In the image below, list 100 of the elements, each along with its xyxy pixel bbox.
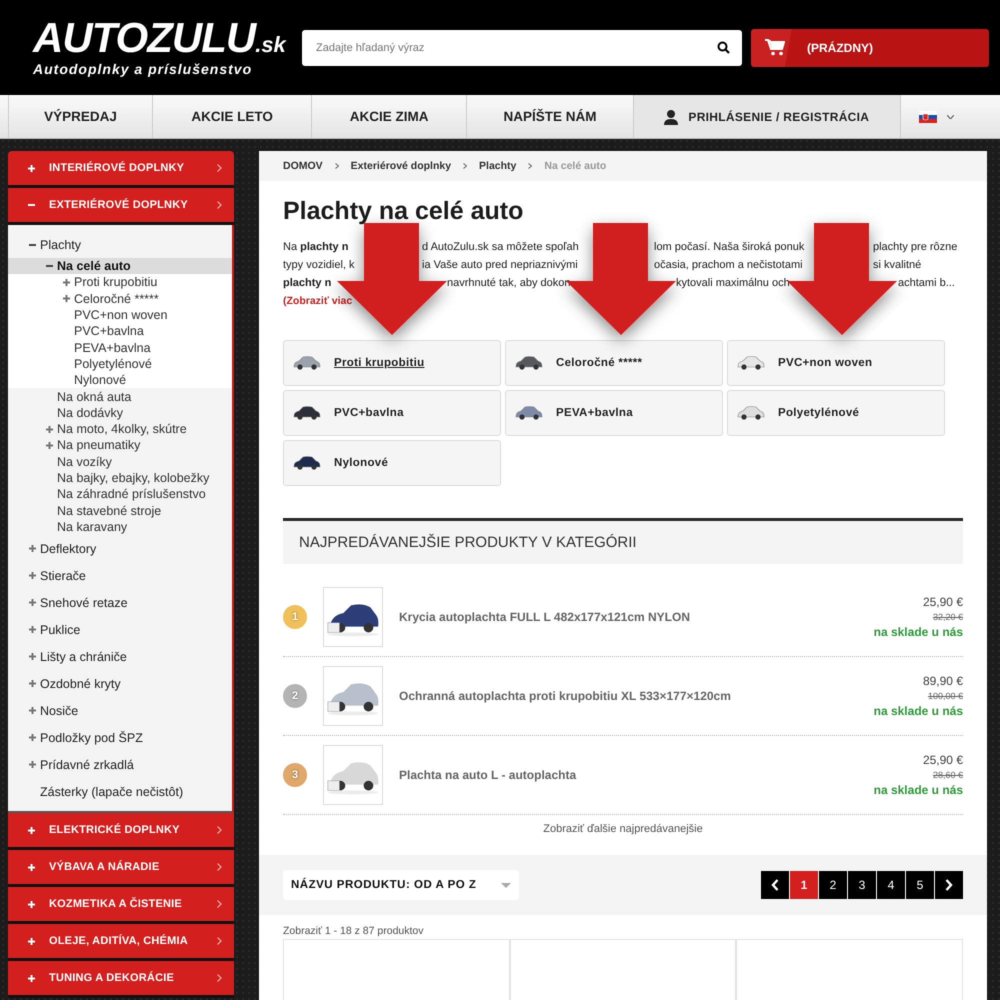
category-button[interactable]: TUNING A DEKORÁCIE [8,961,234,998]
plus-icon[interactable] [29,545,36,552]
plus-icon[interactable] [29,653,36,660]
tree-item[interactable]: Stierače [8,562,232,590]
plus-icon[interactable] [63,278,70,286]
user-icon [664,108,678,124]
tree-item[interactable]: Deflektory [8,535,232,562]
description-text: si kvalitné [872,258,922,273]
tree-item[interactable]: Na bajky, ebajky, kolobežky [8,470,232,486]
stock-status: na sklade u nás [874,704,963,718]
tree-item[interactable]: Na dodávky [8,404,232,421]
search-bar[interactable]: Zadajte hľadaný výraz [302,30,742,66]
minus-icon[interactable] [29,244,36,246]
category-button[interactable]: INTERIÉROVÉ DOPLNKY [8,151,234,188]
plus-icon[interactable] [29,680,36,688]
category-button[interactable]: ELEKTRICKÉ DOPLNKY [8,813,234,850]
product-name[interactable]: Krycia autoplachta FULL L 482x177x121cm NYLON [399,610,858,624]
tree-item[interactable]: Na vozíky [8,454,232,470]
next-page-button[interactable] [935,871,963,899]
tree-item[interactable]: Na karavany [8,518,232,536]
tree-item[interactable]: Na záhradné príslušenstvo [8,486,232,502]
product-name[interactable]: Ochranná autoplachta proti krupobitiu XL 533×177×120cm [399,689,858,703]
tree-item[interactable]: Zásterky (lapače nečistôt) [8,778,232,806]
minus-icon[interactable] [46,265,53,268]
car-icon [514,355,544,371]
breadcrumb-link[interactable]: Exteriérové doplnky [350,160,452,172]
show-more-link[interactable]: (Zobraziť viac [283,292,352,310]
tree-item[interactable]: Polyetylénové [8,356,232,372]
chevron-icon [217,201,222,209]
tree-item[interactable]: Na stavebné stroje [8,502,232,519]
previous-page-button[interactable] [761,871,789,899]
stock-status: na sklade u nás [874,625,963,639]
subcategory-tile[interactable]: Nylonové [283,440,501,486]
tree-item[interactable]: PVC+non woven [8,306,232,324]
tree-item[interactable]: Plachty [8,231,232,258]
car-icon [292,405,322,421]
tree-item[interactable]: PVC+bavlna [8,323,232,340]
tree-item[interactable]: Podložky pod ŠPZ [8,724,232,752]
car-icon [292,355,322,371]
plus-icon[interactable] [46,442,53,449]
plus-icon[interactable] [29,734,36,742]
page-button[interactable]: 1 [790,871,818,899]
page-button[interactable]: 4 [877,871,905,899]
tree-item[interactable]: Na pneumatiky [8,437,232,454]
subcategory-tile[interactable]: PEVA+bavlna [505,390,723,436]
plus-icon[interactable] [28,900,35,908]
plus-icon[interactable] [29,626,36,634]
category-button[interactable]: VÝBAVA A NÁRADIE [8,850,234,888]
plus-icon[interactable] [28,974,35,982]
show-more-link[interactable]: Zobraziť ďalšie najpredávanejšie [543,823,703,835]
category-button[interactable]: OLEJE, ADITÍVA, CHÉMIA [8,924,234,962]
logo[interactable]: AUTOZULU.sk Autodoplnky a príslušenstvo [0,18,302,77]
sort-dropdown[interactable]: NÁZVU PRODUKTU: OD A PO Z [283,870,519,900]
tree-item[interactable]: Na moto, 4kolky, skútre [8,420,232,438]
subcategory-tile[interactable]: Polyetylénové [727,390,945,436]
tree-item[interactable]: Nylonové [8,372,232,388]
breadcrumb-link[interactable]: DOMOV [283,160,323,172]
subcategory-tile[interactable]: Proti krupobitiu [283,340,501,386]
plus-icon[interactable] [28,826,35,834]
caret-icon[interactable] [946,114,954,118]
page-button[interactable]: 3 [848,871,876,899]
nav-link[interactable]: AKCIE ZIMA [312,95,468,138]
subcategory-tile[interactable]: PVC+non woven [727,340,945,386]
tree-item[interactable]: Na okná auta [8,388,232,405]
plus-icon[interactable] [63,295,70,302]
category-button[interactable]: KOZMETIKA A ČISTENIE [8,887,234,924]
plus-icon[interactable] [28,164,35,172]
tree-item[interactable]: Celoročné ***** [8,290,232,307]
tree-item[interactable]: Nosiče [8,697,232,724]
tree-item[interactable]: PEVA+bavlna [8,339,232,356]
tree-item[interactable]: Proti krupobitiu [8,274,232,291]
search-icon[interactable] [717,41,730,54]
price: 89,90 € [922,674,963,688]
plus-icon[interactable] [29,761,36,768]
description-text: kytovali maximálnu och [675,276,791,291]
cart-button[interactable]: (PRÁZDNY) [751,28,989,66]
plus-icon[interactable] [29,572,36,580]
plus-icon[interactable] [28,938,35,945]
subcategory-tile[interactable]: Celoročné ***** [505,340,723,386]
tree-item[interactable]: Prídavné zrkadlá [8,751,232,778]
nav-link[interactable]: AKCIE LETO [153,95,312,138]
subcategory-tile[interactable]: PVC+bavlna [283,390,501,436]
plus-icon[interactable] [29,599,36,606]
nav-link[interactable]: VÝPREDAJ [8,95,154,138]
page-button[interactable]: 5 [906,871,934,899]
tree-item[interactable]: Na celé auto [8,258,232,274]
plus-icon[interactable] [46,426,53,433]
plus-icon[interactable] [29,707,36,714]
plus-icon[interactable] [28,864,35,871]
tree-item[interactable]: Snehové retaze [8,589,232,616]
category-button[interactable]: EXTERIÉROVÉ DOPLNKY [8,188,234,225]
tree-item[interactable]: Lišty a chrániče [8,643,232,670]
tree-item[interactable]: Puklice [8,616,232,644]
login-link[interactable]: PRIHLÁSENIE / REGISTRÁCIA [634,95,901,138]
page-button[interactable]: 2 [819,871,847,899]
car-icon [736,355,766,371]
flag-icon[interactable] [918,110,937,122]
tree-item[interactable]: Ozdobné kryty [8,670,232,698]
breadcrumb-link[interactable]: Plachty [479,160,516,172]
product-name[interactable]: Plachta na auto L - autoplachta [399,768,858,782]
